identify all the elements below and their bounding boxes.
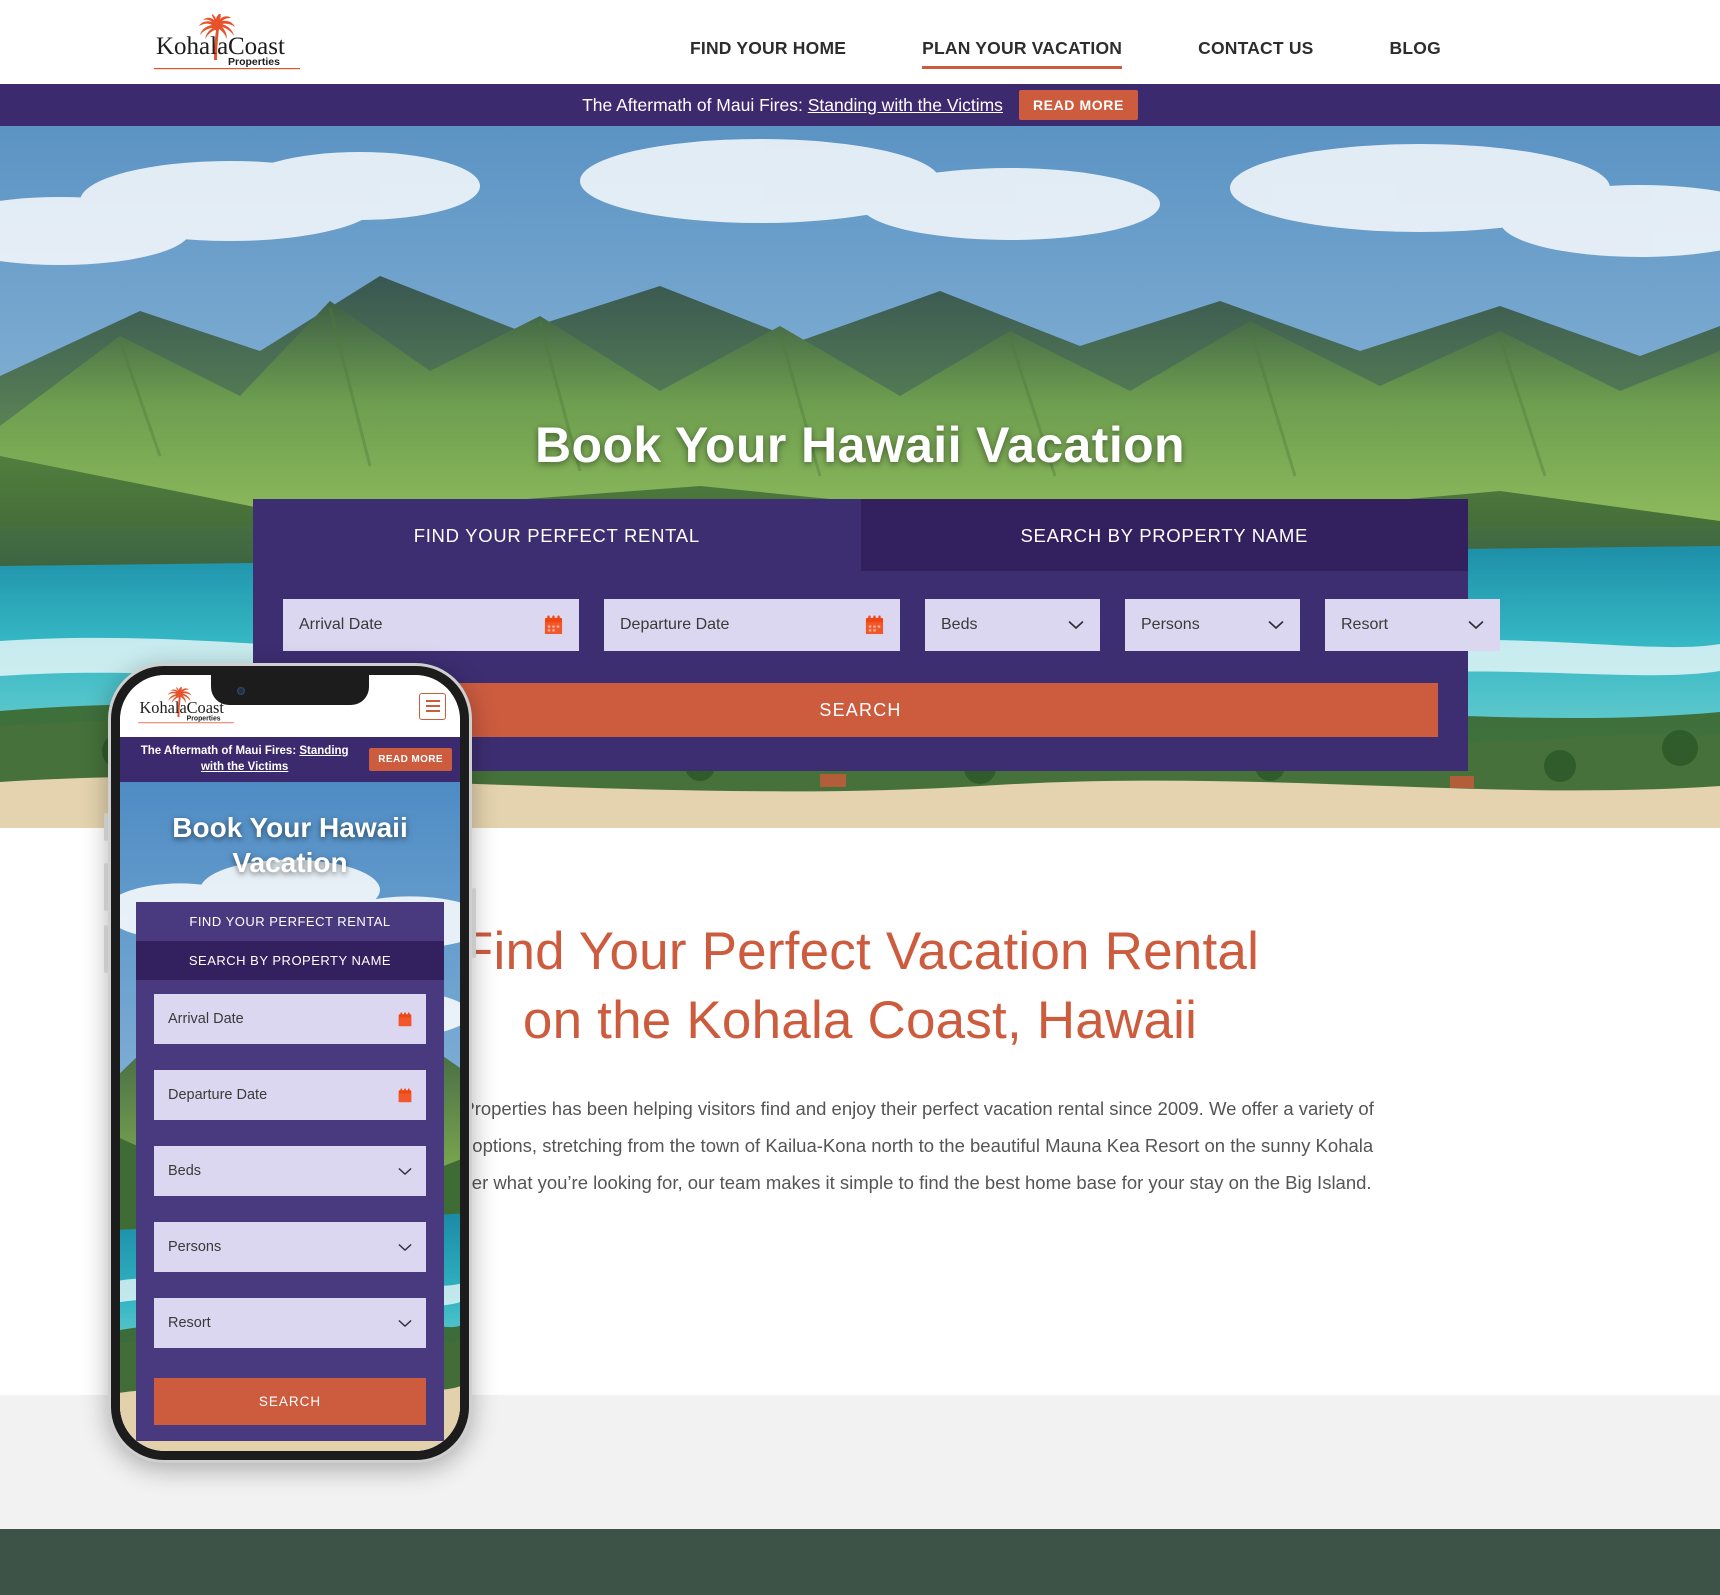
chevron-down-icon — [1468, 621, 1484, 629]
phone-hero-title-line1: Book Your Hawaii — [172, 812, 408, 844]
intro-paragraph: Kohala Coast Properties has been helping… — [346, 1097, 1374, 1193]
announcement-prefix: The Aftermath of Maui Fires: — [582, 94, 803, 115]
phone-mockup: Kohala Coast Properties The Aftermath of… — [104, 663, 476, 1463]
departure-date-input[interactable]: Departure Date — [604, 599, 900, 651]
front-camera-icon — [237, 687, 245, 695]
phone-notch — [211, 675, 369, 705]
hero-title: Book Your Hawaii Vacation — [535, 417, 1185, 473]
phone-arrival-date-label: Arrival Date — [168, 1011, 244, 1028]
calendar-icon — [398, 1012, 412, 1026]
phone-departure-date-label: Departure Date — [168, 1087, 268, 1104]
phone-announcement-bar: The Aftermath of Maui Fires: Standing wi… — [120, 737, 460, 783]
calendar-icon — [544, 615, 563, 635]
phone-mute-button — [104, 813, 108, 841]
phone-persons-label: Persons — [168, 1239, 222, 1256]
svg-text:Properties: Properties — [228, 56, 280, 68]
site-logo[interactable]: Kohala Coast Properties — [152, 12, 302, 72]
arrival-date-input[interactable]: Arrival Date — [283, 599, 579, 651]
phone-arrival-date-input[interactable]: Arrival Date — [154, 994, 426, 1045]
phone-announcement-prefix: The Aftermath of Maui Fires: — [140, 745, 297, 757]
search-fields-row: Arrival Date Departure Date Beds Persons… — [253, 571, 1500, 651]
arrival-date-label: Arrival Date — [299, 616, 383, 633]
phone-screen: Kohala Coast Properties The Aftermath of… — [120, 675, 460, 1451]
page-title-line1: Find Your Perfect Vacation Rental — [460, 922, 1260, 981]
phone-search-fields: Arrival Date Departure Date Beds Persons… — [136, 980, 444, 1441]
phone-resort-label: Resort — [168, 1315, 211, 1332]
chevron-down-icon — [1068, 621, 1084, 629]
chevron-down-icon — [398, 1167, 412, 1175]
nav-item-find-your-home[interactable]: FIND YOUR HOME — [690, 16, 846, 69]
resort-label: Resort — [1341, 616, 1389, 633]
tab-search-by-property-name[interactable]: SEARCH BY PROPERTY NAME — [860, 499, 1468, 571]
phone-search-panel: FIND YOUR PERFECT RENTAL SEARCH BY PROPE… — [136, 902, 444, 1442]
calendar-icon — [398, 1088, 412, 1102]
chevron-down-icon — [398, 1319, 412, 1327]
svg-text:Kohala: Kohala — [156, 33, 228, 60]
main-navigation: FIND YOUR HOME PLAN YOUR VACATION CONTAC… — [652, 16, 1479, 69]
tab-find-your-perfect-rental[interactable]: FIND YOUR PERFECT RENTAL — [253, 499, 861, 571]
persons-select[interactable]: Persons — [1125, 599, 1300, 651]
search-tabs: FIND YOUR PERFECT RENTAL SEARCH BY PROPE… — [253, 499, 1468, 571]
resort-select[interactable]: Resort — [1325, 599, 1500, 651]
phone-volume-down-button — [104, 925, 108, 973]
phone-bezel: Kohala Coast Properties The Aftermath of… — [111, 666, 469, 1460]
announcement-link[interactable]: Standing with the Victims — [808, 95, 1003, 115]
page-title: Find Your Perfect Vacation Rental on the… — [340, 918, 1380, 1056]
phone-resort-select[interactable]: Resort — [154, 1298, 426, 1349]
beds-select[interactable]: Beds — [925, 599, 1100, 651]
read-more-button[interactable]: READ MORE — [1018, 90, 1138, 120]
phone-power-button — [472, 888, 476, 958]
phone-beds-label: Beds — [168, 1163, 202, 1180]
kohala-coast-logo-icon: Kohala Coast Properties — [154, 14, 300, 70]
footer-green-band — [0, 1529, 1720, 1595]
hamburger-menu-icon[interactable] — [419, 692, 446, 720]
announcement-bar: The Aftermath of Maui Fires: Standing wi… — [0, 84, 1720, 126]
svg-text:Kohala: Kohala — [139, 698, 187, 717]
calendar-icon — [865, 615, 884, 635]
phone-persons-select[interactable]: Persons — [154, 1222, 426, 1273]
nav-label: FIND YOUR HOME — [690, 37, 847, 58]
beds-label: Beds — [941, 616, 978, 633]
page-title-line2: on the Kohala Coast, Hawaii — [522, 990, 1198, 1050]
phone-announcement-text: The Aftermath of Maui Fires: Standing wi… — [128, 744, 361, 775]
announcement-text: The Aftermath of Maui Fires: Standing wi… — [582, 95, 1003, 116]
tab-label: SEARCH BY PROPERTY NAME — [1020, 525, 1308, 546]
phone-hero-section: Book Your Hawaii Vacation FIND YOUR PERF… — [120, 782, 460, 1451]
phone-read-more-button[interactable]: READ MORE — [369, 748, 452, 772]
persons-label: Persons — [1141, 616, 1200, 633]
phone-departure-date-input[interactable]: Departure Date — [154, 1070, 426, 1121]
phone-volume-up-button — [104, 863, 108, 911]
svg-text:Properties: Properties — [187, 715, 221, 722]
phone-beds-select[interactable]: Beds — [154, 1146, 426, 1197]
phone-hero-title-line2: Vacation — [232, 847, 348, 879]
nav-item-blog[interactable]: BLOG — [1390, 16, 1441, 69]
phone-tab-label: FIND YOUR PERFECT RENTAL — [189, 914, 391, 930]
site-header: Kohala Coast Properties FIND YOUR HOME P… — [0, 0, 1720, 84]
phone-tab-search-by-property-name[interactable]: SEARCH BY PROPERTY NAME — [136, 941, 444, 981]
nav-item-plan-your-vacation[interactable]: PLAN YOUR VACATION — [922, 16, 1123, 69]
nav-label: CONTACT US — [1198, 37, 1314, 58]
phone-outer-frame: Kohala Coast Properties The Aftermath of… — [104, 663, 476, 1463]
chevron-down-icon — [1268, 621, 1284, 629]
phone-hero-title: Book Your Hawaii Vacation — [120, 782, 460, 880]
nav-item-contact-us[interactable]: CONTACT US — [1198, 16, 1313, 69]
tab-label: FIND YOUR PERFECT RENTAL — [413, 525, 700, 546]
chevron-down-icon — [398, 1243, 412, 1251]
nav-label: BLOG — [1389, 37, 1441, 58]
phone-search-button[interactable]: SEARCH — [154, 1378, 426, 1426]
nav-label: PLAN YOUR VACATION — [922, 37, 1123, 58]
departure-date-label: Departure Date — [620, 616, 730, 633]
phone-tab-find-your-perfect-rental[interactable]: FIND YOUR PERFECT RENTAL — [136, 902, 444, 941]
phone-tab-label: SEARCH BY PROPERTY NAME — [188, 953, 392, 969]
